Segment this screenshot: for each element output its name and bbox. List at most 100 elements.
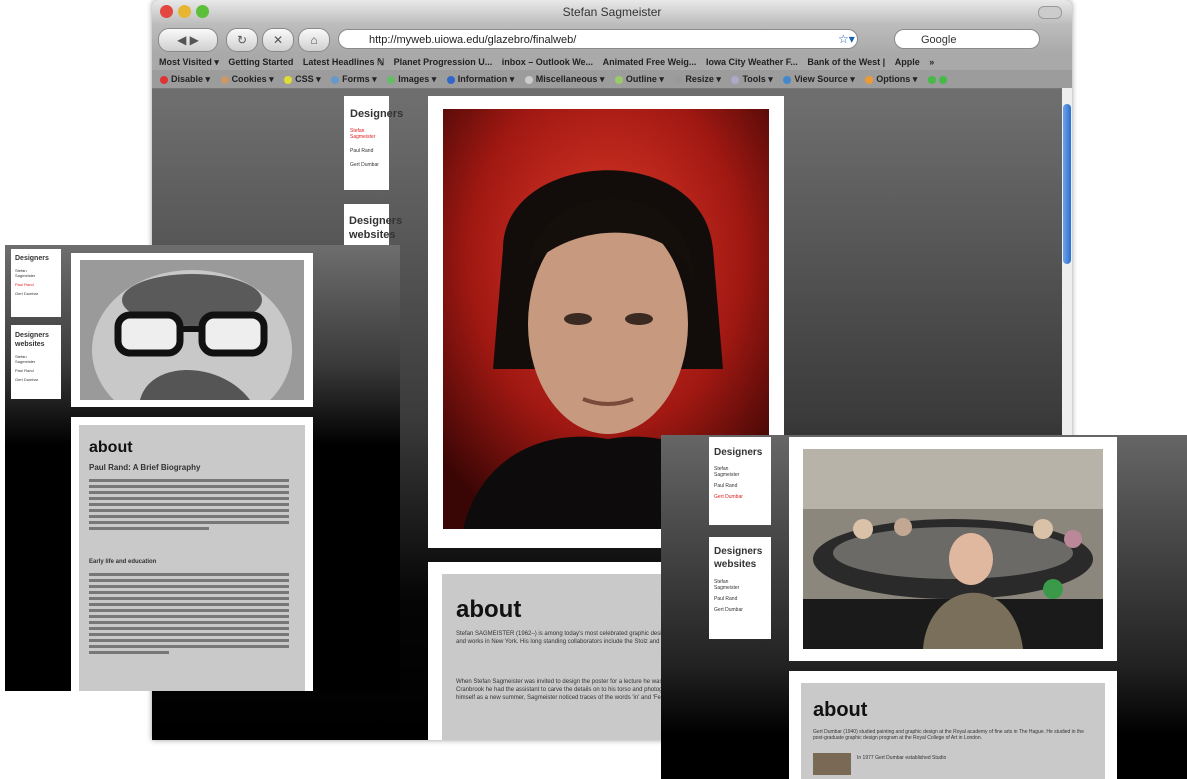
scrollbar-thumb[interactable] xyxy=(1063,104,1071,264)
bookmark-item[interactable]: Animated Free Weig... xyxy=(603,57,697,67)
tools-menu[interactable]: Tools ▾ xyxy=(731,74,773,84)
css-icon xyxy=(284,75,293,84)
bookmark-item[interactable]: Latest Headlines ℕ xyxy=(303,57,384,67)
nav-heading: Designers xyxy=(714,447,763,458)
information-icon xyxy=(446,75,455,84)
nav-link-dumbar[interactable]: Gert Dumbar xyxy=(714,607,771,613)
navigation-toolbar: ◀ ▶ ↻ ✕ ⌂ http://myweb.uiowa.edu/glazebr… xyxy=(152,24,1072,54)
reload-button[interactable]: ↻ xyxy=(226,28,258,52)
nav-link-rand[interactable]: Paul Rand xyxy=(350,148,389,154)
forward-arrow-icon[interactable]: ▶ xyxy=(190,33,199,47)
bookmark-item[interactable]: Apple xyxy=(895,57,920,67)
designer-photo-frame xyxy=(789,437,1117,661)
outline-icon xyxy=(614,75,623,84)
resize-menu[interactable]: Resize ▾ xyxy=(674,74,721,84)
nav-link-sagmeister[interactable]: Stefan Sagmeister xyxy=(714,466,748,478)
nav-link-rand[interactable]: Paul Rand xyxy=(714,483,771,489)
biography-text xyxy=(89,479,289,533)
bookmarks-toolbar: Most Visited ▾ Getting Started Latest He… xyxy=(152,54,1072,70)
about-paragraph: Gert Dumbar (1940) studied painting and … xyxy=(813,729,1084,741)
about-panel: about Paul Rand: A Brief Biography Early… xyxy=(71,417,313,691)
about-content: about Gert Dumbar (1940) studied paintin… xyxy=(801,683,1105,779)
nav-link-sagmeister[interactable]: Stefan Sagmeister xyxy=(350,128,382,140)
home-button[interactable]: ⌂ xyxy=(298,28,330,52)
paul-rand-page-screenshot: Designers Stefan Sagmeister Paul Rand Ge… xyxy=(5,245,400,691)
miscellaneous-menu[interactable]: Miscellaneous ▾ xyxy=(524,74,604,84)
bookmark-item[interactable]: Most Visited ▾ xyxy=(159,57,219,67)
web-developer-toolbar: Disable ▾ Cookies ▾ CSS ▾ Forms ▾ Images… xyxy=(152,70,1072,89)
stop-icon: ✕ xyxy=(272,33,284,47)
cookies-menu[interactable]: Cookies ▾ xyxy=(220,74,274,84)
window-title: Stefan Sagmeister xyxy=(562,5,662,19)
about-heading: about xyxy=(813,699,868,721)
url-field[interactable]: http://myweb.uiowa.edu/glazebro/finalweb… xyxy=(338,29,858,49)
toolbar-toggle-button[interactable] xyxy=(1038,6,1062,19)
portrait-photo xyxy=(80,260,304,400)
title-bar: Stefan Sagmeister xyxy=(152,0,1072,24)
back-forward-button[interactable]: ◀ ▶ xyxy=(158,28,218,52)
nav-link-rand[interactable]: Paul Rand xyxy=(714,596,771,602)
section-heading: Early life and education xyxy=(89,559,157,565)
nav-heading: Designers websites xyxy=(15,332,49,348)
home-icon: ⌂ xyxy=(310,33,318,47)
view-source-menu[interactable]: View Source ▾ xyxy=(783,74,855,84)
images-icon xyxy=(387,75,396,84)
forms-icon xyxy=(331,75,340,84)
nav-link-dumbar[interactable]: Gert Dumbar xyxy=(15,377,61,382)
nav-link-dumbar[interactable]: Gert Dumbar xyxy=(350,162,389,168)
education-text xyxy=(89,573,289,657)
bookmark-item[interactable]: Bank of the West | xyxy=(807,57,885,67)
about-content: about Paul Rand: A Brief Biography Early… xyxy=(79,425,305,691)
about-heading: about xyxy=(456,596,522,623)
nav-heading: Designers websites xyxy=(714,546,763,570)
about-heading: about xyxy=(89,439,133,456)
information-menu[interactable]: Information ▾ xyxy=(446,74,514,84)
bookmark-item[interactable]: Getting Started xyxy=(228,57,293,67)
designers-websites-nav: Designers websites Stefan Sagmeister Pau… xyxy=(709,537,771,639)
options-icon xyxy=(865,75,874,84)
bookmark-overflow[interactable]: » xyxy=(929,57,934,67)
resize-icon xyxy=(674,75,683,84)
designer-photo-frame xyxy=(71,253,313,407)
restaurant-photo xyxy=(803,449,1103,649)
nav-heading: Designers websites xyxy=(349,215,403,241)
reload-icon: ↻ xyxy=(236,33,248,47)
nav-heading: Designers xyxy=(350,108,404,120)
nav-link-rand[interactable]: Paul Rand xyxy=(15,368,61,373)
about-subheading: Paul Rand: A Brief Biography xyxy=(89,463,201,472)
nav-heading: Designers xyxy=(15,255,49,262)
cookie-icon xyxy=(220,75,229,84)
nav-link-dumbar[interactable]: Gert Dumbar xyxy=(15,291,61,296)
options-menu[interactable]: Options ▾ xyxy=(865,74,917,84)
forms-menu[interactable]: Forms ▾ xyxy=(331,74,377,84)
images-menu[interactable]: Images ▾ xyxy=(387,74,436,84)
bookmark-star-icon[interactable]: ☆▾ xyxy=(838,32,855,46)
bookmark-item[interactable]: Planet Progression U... xyxy=(394,57,493,67)
search-input[interactable]: Google xyxy=(894,29,1040,49)
designers-nav: Designers Stefan Sagmeister Paul Rand Ge… xyxy=(344,96,404,190)
disable-menu[interactable]: Disable ▾ xyxy=(160,74,210,84)
tools-icon xyxy=(731,75,740,84)
back-arrow-icon[interactable]: ◀ xyxy=(177,33,186,47)
designers-nav: Designers Stefan Sagmeister Paul Rand Ge… xyxy=(709,437,771,525)
designers-websites-nav: Designers websites Stefan Sagmeister Pau… xyxy=(11,325,61,399)
stop-button[interactable]: ✕ xyxy=(262,28,294,52)
designers-nav: Designers Stefan Sagmeister Paul Rand Ge… xyxy=(11,249,61,317)
nav-link-sagmeister[interactable]: Stefan Sagmeister xyxy=(15,268,43,278)
status-check-icon xyxy=(927,74,950,84)
nav-link-rand[interactable]: Paul Rand xyxy=(15,282,61,287)
bookmark-item[interactable]: inbox – Outlook We... xyxy=(502,57,593,67)
miscellaneous-icon xyxy=(524,75,533,84)
bookmark-item[interactable]: Iowa City Weather F... xyxy=(706,57,798,67)
css-menu[interactable]: CSS ▾ xyxy=(284,74,321,84)
gert-dumbar-page-screenshot: Designers Stefan Sagmeister Paul Rand Ge… xyxy=(661,435,1187,779)
view-source-icon xyxy=(783,75,792,84)
nav-link-sagmeister[interactable]: Stefan Sagmeister xyxy=(714,579,748,591)
disable-icon xyxy=(160,75,168,84)
about-panel: about Gert Dumbar (1940) studied paintin… xyxy=(789,671,1117,779)
nav-link-sagmeister[interactable]: Stefan Sagmeister xyxy=(15,354,43,364)
nav-link-dumbar[interactable]: Gert Dumbar xyxy=(714,494,771,500)
outline-menu[interactable]: Outline ▾ xyxy=(614,74,664,84)
about-paragraph: In 1977 Gert Dumbar established Studio xyxy=(857,755,947,761)
inline-photo xyxy=(813,753,851,775)
